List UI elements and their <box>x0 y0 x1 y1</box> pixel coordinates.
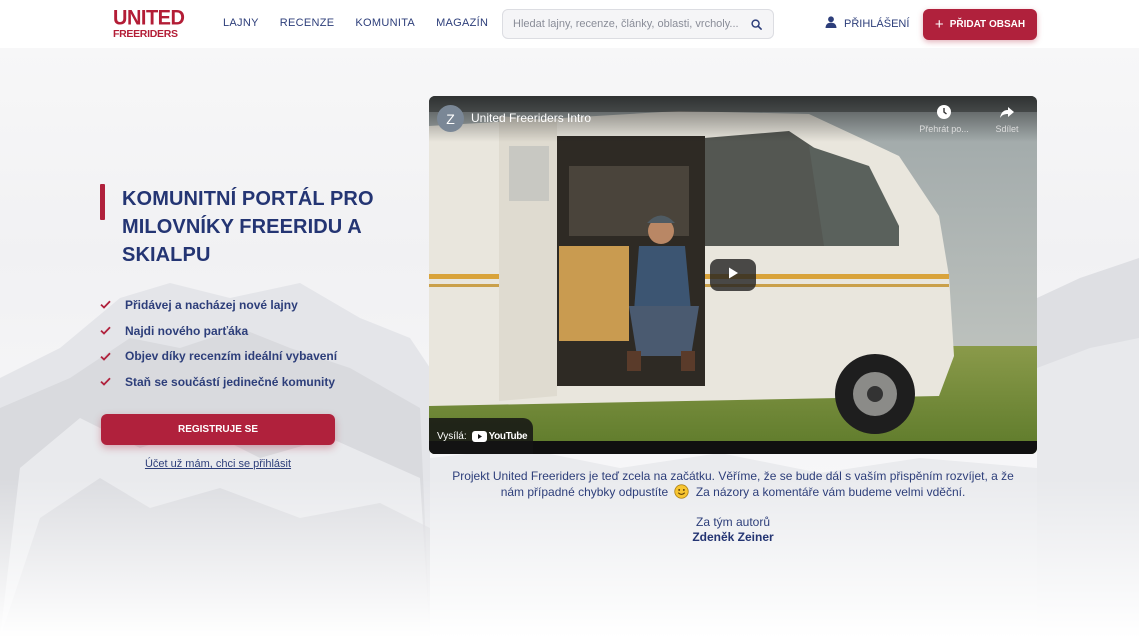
user-icon <box>825 16 837 31</box>
feature-label: Objev díky recenzím ideální vybavení <box>125 349 338 364</box>
logo[interactable]: UNITED FREERIDERS <box>113 6 185 42</box>
signature-team: Za tým autorů <box>695 515 771 529</box>
login-link[interactable]: PŘIHLÁŠENÍ <box>825 16 909 31</box>
watch-later-label: Přehrát po... <box>919 124 969 134</box>
signature-author: Zdeněk Zeiner <box>692 530 774 544</box>
top-header: UNITED FREERIDERS LAJNY RECENZE KOMUNITA… <box>0 0 1139 48</box>
check-icon <box>100 377 114 387</box>
play-icon <box>726 266 740 285</box>
share-button[interactable]: Sdílet <box>987 104 1027 134</box>
check-icon <box>100 326 114 335</box>
project-note: Projekt United Freeriders je teď zcela n… <box>446 468 1020 503</box>
smile-emoji-icon <box>674 484 690 503</box>
share-label: Sdílet <box>995 124 1019 134</box>
feature-item: Najdi nového parťáka <box>100 318 337 344</box>
feature-item: Přidávej a nacházej nové lajny <box>100 292 337 318</box>
feature-label: Najdi nového parťáka <box>125 323 249 338</box>
channel-avatar[interactable]: Z <box>437 105 464 132</box>
youtube-logo: YouTube <box>471 430 528 442</box>
feature-item: Staň se součástí jedinečné komunity <box>100 369 337 395</box>
logo-line2: FREERIDERS <box>113 28 178 40</box>
add-content-label: PŘIDAT OBSAH <box>949 19 1026 30</box>
feature-item: Objev díky recenzím ideální vybavení <box>100 343 337 369</box>
nav-item-komunita[interactable]: KOMUNITA <box>355 17 415 29</box>
check-icon <box>100 352 114 361</box>
note-text-after: Za názory a komentáře vám budeme velmi v… <box>695 485 966 499</box>
plus-icon: + <box>934 15 944 33</box>
video-player[interactable]: Z United Freeriders Intro Přehrát po... … <box>429 96 1037 454</box>
clock-icon <box>919 104 969 122</box>
check-icon <box>100 300 114 310</box>
watch-on-youtube[interactable]: Vysílá: YouTube <box>429 418 533 454</box>
feature-list: Přidávej a nacházej nové lajny Najdi nov… <box>100 292 337 395</box>
main-nav: LAJNY RECENZE KOMUNITA MAGAZÍN <box>223 17 509 29</box>
nav-item-recenze[interactable]: RECENZE <box>280 17 335 29</box>
login-existing-link[interactable]: Účet už mám, chci se přihlásit <box>101 458 335 470</box>
logo-line1: UNITED <box>113 6 185 30</box>
hero-title: KOMUNITNÍ PORTÁL PRO MILOVNÍKY FREERIDU … <box>122 188 374 266</box>
play-button[interactable] <box>710 259 756 291</box>
login-label: PŘIHLÁŠENÍ <box>844 17 910 30</box>
search-icon[interactable] <box>749 17 763 31</box>
broadcast-label: Vysílá: <box>437 430 467 442</box>
share-icon <box>987 104 1027 122</box>
feature-label: Přidávej a nacházej nové lajny <box>125 297 298 312</box>
video-title[interactable]: United Freeriders Intro <box>471 111 591 125</box>
feature-label: Staň se součástí jedinečné komunity <box>125 374 336 389</box>
watch-later-button[interactable]: Přehrát po... <box>919 104 969 134</box>
register-button[interactable]: REGISTRUJE SE <box>101 414 335 445</box>
add-content-button[interactable]: + PŘIDAT OBSAH <box>923 9 1037 40</box>
search-input[interactable] <box>513 18 749 30</box>
nav-item-magazin[interactable]: MAGAZÍN <box>436 17 488 29</box>
search-box <box>502 9 774 39</box>
youtube-label: YouTube <box>488 430 528 442</box>
nav-item-lajny[interactable]: LAJNY <box>223 17 259 29</box>
title-accent-bar <box>100 184 105 220</box>
